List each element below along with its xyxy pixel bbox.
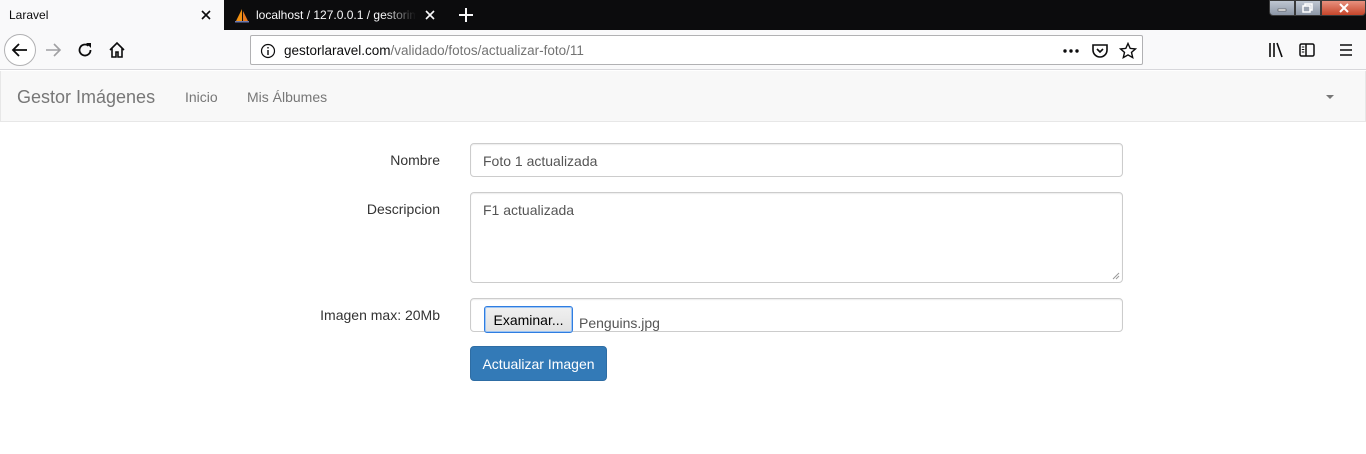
bookmark-star-icon[interactable] (1119, 42, 1137, 60)
new-tab-icon[interactable] (456, 5, 476, 25)
close-tab-icon[interactable] (198, 7, 214, 23)
menu-icon[interactable] (1337, 41, 1355, 59)
navbar-brand[interactable]: Gestor Imágenes (17, 87, 155, 108)
window-controls (1269, 0, 1366, 16)
tab-title: localhost / 127.0.0.1 / gestorimagenes (256, 8, 416, 22)
dropdown-caret-icon[interactable] (1326, 95, 1334, 99)
selected-file-name: Penguins.jpg (579, 315, 660, 331)
arrow-right-icon (46, 43, 62, 57)
nav-link-mis-albumes[interactable]: Mis Álbumes (247, 89, 327, 105)
tab-phpmyadmin[interactable]: localhost / 127.0.0.1 / gestorimagenes (224, 0, 448, 30)
nombre-value: Foto 1 actualizada (483, 153, 598, 169)
browser-toolbar: gestorlaravel.com/validado/fotos/actuali… (0, 30, 1366, 70)
reload-button[interactable] (69, 34, 101, 66)
close-window-icon[interactable] (1321, 0, 1366, 16)
phpmyadmin-sail-icon (235, 9, 249, 23)
home-button[interactable] (101, 34, 133, 66)
close-tab-icon[interactable] (422, 7, 438, 23)
library-icon[interactable] (1267, 41, 1285, 59)
pocket-icon[interactable] (1091, 42, 1109, 60)
descripcion-label: Descripcion (366, 201, 440, 217)
resize-handle-icon[interactable] (1112, 272, 1120, 280)
sidebar-icon[interactable] (1298, 41, 1316, 59)
url-path: /validado/fotos/actualizar-foto/11 (390, 43, 584, 58)
app-navbar: Gestor Imágenes Inicio Mis Álbumes (0, 71, 1366, 122)
minimize-icon[interactable] (1269, 0, 1295, 16)
imagen-label: Imagen max: 20Mb (320, 307, 440, 323)
descripcion-value: F1 actualizada (483, 202, 575, 218)
update-image-button[interactable]: Actualizar Imagen (470, 346, 607, 381)
browser-tab-bar: Laravel localhost / 127.0.0.1 / gestorim… (0, 0, 1366, 30)
url-text: gestorlaravel.com/validado/fotos/actuali… (284, 43, 584, 58)
forward-button[interactable] (37, 34, 69, 66)
descripcion-textarea[interactable]: F1 actualizada (470, 192, 1123, 283)
nav-link-inicio[interactable]: Inicio (185, 89, 218, 105)
url-bar[interactable]: gestorlaravel.com/validado/fotos/actuali… (250, 35, 1143, 65)
tab-laravel[interactable]: Laravel (0, 0, 224, 30)
url-host: gestorlaravel.com (284, 43, 391, 58)
arrow-left-icon (11, 43, 27, 57)
nombre-label: Nombre (390, 152, 440, 168)
reload-icon (78, 43, 92, 57)
browse-file-button[interactable]: Examinar... (484, 306, 573, 333)
tab-title: Laravel (9, 8, 49, 22)
restore-icon[interactable] (1295, 0, 1321, 16)
more-actions-icon[interactable] (1062, 42, 1080, 60)
info-icon[interactable] (260, 43, 276, 59)
back-button[interactable] (4, 34, 36, 66)
home-icon (109, 41, 125, 58)
imagen-file-input[interactable]: Examinar... Penguins.jpg (470, 298, 1123, 333)
nombre-input[interactable]: Foto 1 actualizada (470, 143, 1123, 177)
